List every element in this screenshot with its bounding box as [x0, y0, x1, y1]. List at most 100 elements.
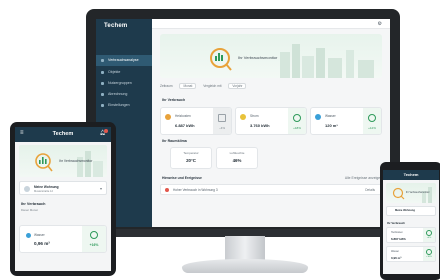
- apartment-select-label: Meine Wohnung: [34, 185, 59, 189]
- card-label: Heizkosten: [175, 114, 191, 118]
- card-value: 6.887 kWh: [391, 237, 406, 241]
- phone-header: Techem: [383, 170, 439, 180]
- smiley-icon: [426, 230, 432, 236]
- card-trend-panel: +4%: [423, 228, 435, 242]
- desktop-monitor: Techem Verbrauchsanalyse Objekte Nutzerg…: [86, 9, 400, 237]
- flame-icon: [165, 114, 171, 120]
- card-trend-panel: +12%: [363, 108, 381, 134]
- lightning-icon: [240, 114, 246, 120]
- compare-select[interactable]: Vorjahr: [228, 83, 247, 89]
- water-drop-icon: [315, 114, 321, 120]
- device-mockup-stage: Techem Verbrauchsanalyse Objekte Nutzerg…: [0, 0, 440, 280]
- brand-logo: Techem: [52, 131, 74, 137]
- alerts-header: Hinweise und Ereignisse Alle Ereignisse …: [162, 176, 382, 180]
- notification-badge: [104, 129, 108, 133]
- square-icon: [218, 114, 226, 122]
- building-icon: [101, 71, 104, 74]
- hero-title: Ihr Verbrauchsmonitor: [59, 159, 93, 163]
- smiley-icon: [368, 114, 376, 122]
- card-trend-value: +16%: [426, 256, 432, 258]
- consumption-card-wasser[interactable]: Wasser 0,96 m³ +16%: [19, 225, 107, 253]
- smiley-icon: [90, 231, 98, 239]
- card-trend-value: +16%: [89, 243, 99, 247]
- sidebar-item-label: Verbrauchsanalyse: [108, 58, 139, 62]
- chevron-down-icon: ▾: [99, 186, 102, 191]
- apartment-select[interactable]: Meine Wohnung: [386, 206, 436, 216]
- card-trend-panel: –4%: [213, 108, 231, 134]
- sidebar-item-label: Objekte: [108, 70, 121, 74]
- water-drop-icon: [26, 233, 31, 238]
- card-value: 3.760 kWh: [250, 123, 270, 128]
- consumption-card-wasser[interactable]: Wasser 120 m³ +12%: [310, 107, 382, 135]
- users-icon: [101, 82, 104, 85]
- card-label: Wasser: [34, 233, 45, 237]
- card-label: Luftfeuchte: [229, 151, 245, 155]
- consumption-card-heizkosten[interactable]: Heizkosten 6.887 kWh +4%: [386, 227, 436, 243]
- gear-icon[interactable]: ⚙: [378, 21, 382, 27]
- brand-logo: Techem: [403, 172, 419, 177]
- phone-screen: Techem Ihr Verbrauchsmonitor Meine Wohnu…: [383, 170, 439, 274]
- sidebar-item-nutzergruppen[interactable]: Nutzergruppen: [96, 78, 152, 89]
- desktop-topbar: ⚙: [152, 19, 390, 29]
- tablet-header: ≡ Techem 🔔︎: [15, 127, 111, 142]
- hero-banner: Ihr Verbrauchsmonitor: [160, 34, 382, 78]
- home-icon: [24, 186, 30, 192]
- compare-label: Vergleich mit: [203, 84, 222, 88]
- climate-card-temperature[interactable]: Temperatur 20°C: [170, 147, 212, 169]
- chart-icon: [101, 59, 104, 62]
- card-trend-value: +4%: [426, 237, 432, 239]
- sidebar-item-abrechnung[interactable]: Abrechnung: [96, 89, 152, 100]
- consumption-card-wasser[interactable]: Wasser 0,96 m³ +16%: [386, 246, 436, 262]
- desktop-screen: Techem Verbrauchsanalyse Objekte Nutzerg…: [96, 19, 390, 227]
- card-value: 20°C: [186, 158, 196, 163]
- consumption-card-strom[interactable]: Strom 3.760 kWh +18%: [235, 107, 307, 135]
- sidebar-item-label: Abrechnung: [108, 92, 128, 96]
- consumption-heading: Ihr Verbrauch: [162, 98, 186, 102]
- apartment-select-label: Meine Wohnung: [395, 209, 415, 212]
- card-trend-value: +18%: [293, 126, 301, 130]
- filter-bar: Zeitraum Monat Vergleich mit Vorjahr: [160, 83, 382, 91]
- monitor-stand-foot: [182, 259, 308, 273]
- alert-icon: [165, 188, 169, 192]
- climate-heading: Ihr Raumklima: [162, 139, 187, 143]
- desktop-main: ⚙ Ihr Verbrauchsmonitor Zeitraum Monat V…: [152, 19, 390, 227]
- card-value: 46%: [232, 158, 242, 163]
- alerts-show-all-link[interactable]: Alle Ereignisse anzeigen: [345, 176, 382, 180]
- sidebar-item-objekte[interactable]: Objekte: [96, 67, 152, 78]
- hero-title: Ihr Verbrauchsmonitor: [238, 55, 278, 60]
- apartment-select-address: Musterstraße 12: [34, 190, 53, 193]
- sidebar-item-verbrauchsanalyse[interactable]: Verbrauchsanalyse: [96, 55, 152, 66]
- section-title: Ihr Verbrauch: [21, 202, 46, 206]
- card-trend-panel: +16%: [423, 247, 435, 261]
- smiley-icon: [293, 114, 301, 122]
- tablet-screen: ≡ Techem 🔔︎ Ihr Verbrauchsmonitor Meine …: [15, 127, 111, 271]
- consumption-card-heizkosten[interactable]: Heizkosten 6.887 kWh –4%: [160, 107, 232, 135]
- hero-banner: Ihr Verbrauchsmonitor: [386, 183, 436, 203]
- card-value: 0,96 m³: [34, 241, 50, 246]
- sidebar-item-label: Nutzergruppen: [108, 81, 132, 85]
- brand-logo: Techem: [104, 23, 128, 29]
- alerts-heading: Hinweise und Ereignisse: [162, 176, 202, 180]
- alert-row[interactable]: Hoher Verbrauch in Wohnung 3 Details: [160, 184, 382, 195]
- card-value: 120 m³: [325, 123, 338, 128]
- hero-banner: Ihr Verbrauchsmonitor: [19, 145, 107, 177]
- hero-title: Ihr Verbrauchsmonitor: [406, 191, 430, 194]
- card-label: Wasser: [391, 250, 400, 253]
- alert-text: Hoher Verbrauch in Wohnung 3: [173, 188, 218, 192]
- filter-label: Zeitraum: [160, 84, 173, 88]
- section-title: Ihr Verbrauch: [387, 221, 406, 225]
- sidebar-item-label: Einstellungen: [108, 103, 130, 107]
- apartment-select[interactable]: Meine Wohnung Musterstraße 12 ▾: [19, 181, 107, 195]
- sidebar-item-einstellungen[interactable]: Einstellungen: [96, 100, 152, 111]
- card-value: 6.887 kWh: [175, 123, 195, 128]
- card-trend-panel: +16%: [82, 226, 106, 252]
- card-label: Strom: [250, 114, 259, 118]
- phone-device: Techem Ihr Verbrauchsmonitor Meine Wohnu…: [380, 162, 440, 280]
- climate-card-humidity[interactable]: Luftfeuchte 46%: [216, 147, 258, 169]
- section-subtitle: Dieser Monat: [21, 208, 38, 212]
- gear-icon: [101, 104, 104, 107]
- period-select[interactable]: Monat: [179, 83, 197, 89]
- document-icon: [101, 93, 104, 96]
- card-trend-value: –4%: [218, 126, 225, 130]
- alert-details-link[interactable]: Details: [365, 185, 375, 195]
